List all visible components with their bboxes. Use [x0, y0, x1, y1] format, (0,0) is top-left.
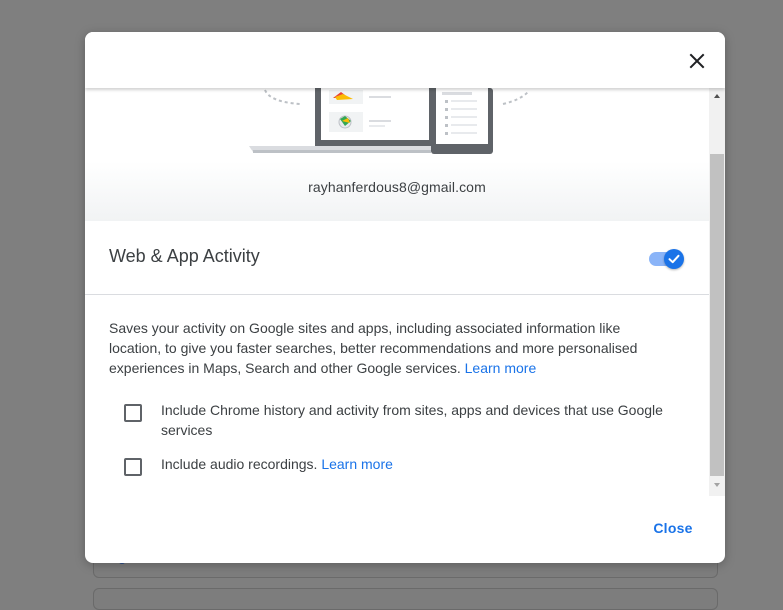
dialog-scrollbar[interactable]	[709, 88, 725, 496]
checkmark-icon	[668, 254, 680, 264]
close-icon[interactable]	[685, 49, 709, 73]
audio-recordings-option: Include audio recordings. Learn more	[109, 454, 684, 476]
chrome-history-label: Include Chrome history and activity from…	[161, 402, 663, 438]
toggle-thumb	[664, 249, 684, 269]
audio-recordings-label: Include audio recordings. Learn more	[161, 454, 691, 474]
description-text: Saves your activity on Google sites and …	[109, 320, 638, 376]
hero-banner: rayhanferdous8@gmail.com	[85, 88, 709, 221]
dialog-header	[85, 32, 725, 88]
audio-learn-more-link[interactable]: Learn more	[321, 456, 393, 472]
account-email: rayhanferdous8@gmail.com	[308, 179, 486, 195]
scrollbar-thumb[interactable]	[710, 154, 724, 476]
audio-recordings-checkbox[interactable]	[124, 458, 142, 476]
background-card-secondary	[93, 588, 718, 610]
activity-description: Saves your activity on Google sites and …	[109, 318, 669, 378]
activity-controls-dialog: rayhanferdous8@gmail.com Web & App Activ…	[85, 32, 725, 563]
audio-recordings-text: Include audio recordings.	[161, 456, 318, 472]
setting-title: Web & App Activity	[109, 246, 260, 266]
web-app-activity-toggle[interactable]	[647, 249, 685, 269]
scroll-up-arrow-icon[interactable]	[709, 88, 725, 104]
learn-more-link[interactable]: Learn more	[465, 360, 537, 376]
web-app-activity-row: Web & App Activity	[85, 222, 709, 295]
devices-illustration-icon	[249, 88, 529, 154]
dialog-scroll-content[interactable]: rayhanferdous8@gmail.com Web & App Activ…	[85, 88, 709, 496]
scroll-down-arrow-icon[interactable]	[709, 477, 725, 493]
close-button[interactable]: Close	[637, 510, 709, 546]
chrome-history-option: Include Chrome history and activity from…	[109, 400, 684, 440]
chrome-history-checkbox[interactable]	[124, 404, 142, 422]
